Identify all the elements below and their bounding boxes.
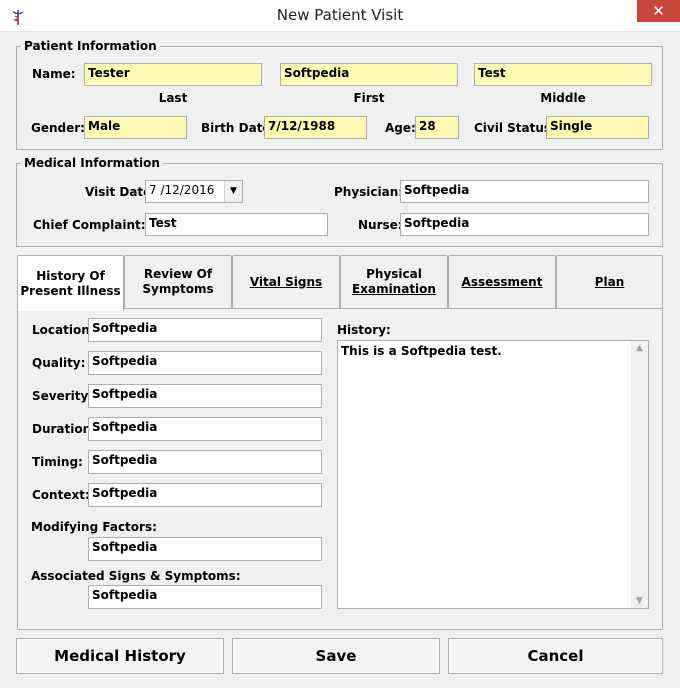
visit-date-value: 7 /12/2016 xyxy=(149,183,215,197)
last-caption: Last xyxy=(158,91,188,105)
name-label: Name: xyxy=(32,67,76,81)
context-label: Context: xyxy=(32,488,90,502)
quality-field[interactable]: Softpedia xyxy=(88,351,322,375)
timing-label: Timing: xyxy=(32,455,83,469)
tab-label-line2: Present Illness xyxy=(20,283,121,298)
last-name-field[interactable]: Tester xyxy=(84,63,262,86)
tab-plan[interactable]: Plan xyxy=(556,255,663,308)
tab-label: Plan xyxy=(594,274,625,289)
medical-information-legend: Medical Information xyxy=(21,156,163,170)
duration-label: Duration: xyxy=(32,422,96,436)
chief-complaint-label: Chief Complaint: xyxy=(33,218,146,232)
civil-status-field[interactable]: Single xyxy=(546,116,649,139)
nurse-label: Nurse: xyxy=(358,218,403,232)
close-icon: ✕ xyxy=(652,2,665,20)
location-label: Location: xyxy=(32,323,95,337)
severity-label: Severity: xyxy=(32,389,94,403)
medical-history-button[interactable]: Medical History xyxy=(16,638,224,674)
cancel-button[interactable]: Cancel xyxy=(448,638,663,674)
first-name-field[interactable]: Softpedia xyxy=(280,63,458,86)
age-label: Age: xyxy=(385,121,416,135)
visit-date-picker[interactable]: 7 /12/2016 ▼ xyxy=(145,180,243,203)
close-button[interactable]: ✕ xyxy=(637,0,680,22)
tab-label-line2: Symptoms xyxy=(142,282,214,296)
first-caption: First xyxy=(353,91,385,105)
tab-vital-signs[interactable]: Vital Signs xyxy=(232,255,340,308)
tab-label-line1: Physical xyxy=(366,267,422,281)
gender-label: Gender: xyxy=(31,121,85,135)
history-text: This is a Softpedia test. xyxy=(341,344,502,358)
history-scrollbar[interactable]: ▲ ▼ xyxy=(631,341,648,608)
associated-signs-field[interactable]: Softpedia xyxy=(88,585,322,609)
middle-name-field[interactable]: Test xyxy=(474,63,652,86)
modifying-factors-label: Modifying Factors: xyxy=(31,520,157,534)
window-title: New Patient Visit xyxy=(276,6,404,24)
nurse-field[interactable]: Softpedia xyxy=(400,213,649,236)
modifying-factors-field[interactable]: Softpedia xyxy=(88,537,322,561)
tab-label-line1: History Of xyxy=(36,268,105,283)
timing-field[interactable]: Softpedia xyxy=(88,450,322,474)
patient-information-legend: Patient Information xyxy=(21,39,160,53)
history-textarea[interactable]: This is a Softpedia test. ▲ ▼ xyxy=(337,340,649,609)
civil-status-label: Civil Status: xyxy=(474,121,556,135)
tab-review-of-symptoms[interactable]: Review Of Symptoms xyxy=(124,255,232,308)
duration-field[interactable]: Softpedia xyxy=(88,417,322,441)
age-field[interactable]: 28 xyxy=(415,116,459,139)
location-field[interactable]: Softpedia xyxy=(88,318,322,342)
tab-physical-examination[interactable]: Physical Examination xyxy=(340,255,448,308)
tab-label: Vital Signs xyxy=(249,274,323,289)
birth-date-field[interactable]: 7/12/1988 xyxy=(264,116,367,139)
quality-label: Quality: xyxy=(32,356,86,370)
chevron-down-icon[interactable]: ▼ xyxy=(224,181,242,202)
scroll-down-icon[interactable]: ▼ xyxy=(631,596,648,606)
physician-label: Physician: xyxy=(334,185,404,199)
severity-field[interactable]: Softpedia xyxy=(88,384,322,408)
tab-label-line2: Examination xyxy=(352,282,436,296)
tab-history-of-present-illness[interactable]: History Of Present Illness xyxy=(17,255,124,311)
chief-complaint-field[interactable]: Test xyxy=(145,213,328,236)
history-label: History: xyxy=(337,323,391,337)
tab-label: Assessment xyxy=(461,274,543,289)
physician-field[interactable]: Softpedia xyxy=(400,180,649,203)
tab-assessment[interactable]: Assessment xyxy=(448,255,556,308)
middle-caption: Middle xyxy=(540,91,586,105)
gender-field[interactable]: Male xyxy=(84,116,187,139)
tab-label-line1: Review Of xyxy=(143,267,213,281)
context-field[interactable]: Softpedia xyxy=(88,483,322,507)
save-button[interactable]: Save xyxy=(232,638,440,674)
associated-signs-label: Associated Signs & Symptoms: xyxy=(31,569,241,583)
scroll-up-icon[interactable]: ▲ xyxy=(631,343,648,353)
